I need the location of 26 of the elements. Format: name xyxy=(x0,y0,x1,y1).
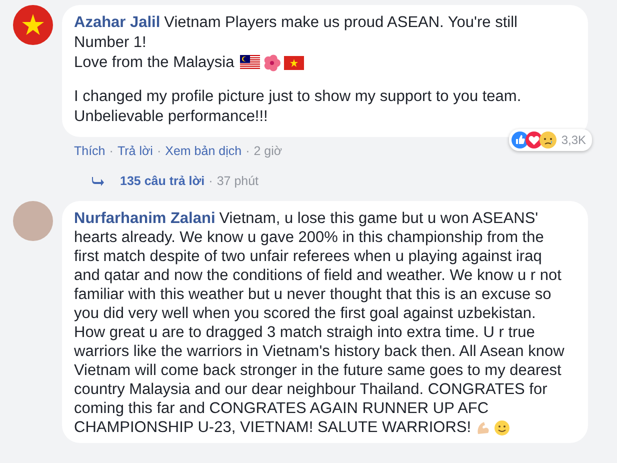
comment-text: Love from the Malaysia xyxy=(74,53,566,73)
comment-text: Azahar Jalil Vietnam Players make us proud ASEAN. You're still Number 1! xyxy=(74,13,518,53)
flag-avatar-icon[interactable] xyxy=(13,5,53,45)
smiling-face-icon xyxy=(494,420,510,436)
reply-arrow-icon xyxy=(92,176,105,186)
comment-text: I changed my profile picture just to show my support to you team. Unbelievable performance!!! xyxy=(74,87,522,127)
comment-action-link[interactable]: Trả lời xyxy=(117,142,153,161)
separator-dot: · xyxy=(208,172,213,190)
comment-action-link[interactable]: Xem bản dịch xyxy=(165,142,242,161)
flexed-arm-icon xyxy=(475,420,492,436)
replies-count-link[interactable]: 135 câu trả lời xyxy=(120,172,205,190)
vietnam-flag-icon xyxy=(284,56,304,70)
comment-action-link[interactable]: Thích xyxy=(74,142,106,161)
flower-icon xyxy=(263,54,282,72)
reactions-pill[interactable]: 3,3K xyxy=(509,129,592,151)
author-name-link[interactable]: Nurfarhanim Zalani xyxy=(74,210,216,227)
separator-dot: · xyxy=(109,143,114,160)
separator-dot: · xyxy=(246,143,250,160)
comment-text: Nurfarhanim Zalani Vietnam, u lose this game but u won ASEANS' hearts already. We know u gave 200% in this championship from the first match despite of two unfair referees when u playing against iraq and qatar and now the conditions of field and weather. We know u r not familiar with this weather but u never thought that this is an excuse so you did very well when you scored the first goal against uzbekistan. How great u are to dragged 3 match straigh into extra time. U r true warriors like the warriors in Vietnam's history back then. All Asean know Vietnam will come back stronger in the future same goes to my dearest country Malaysia and our dear neighbour Thailand. CONGRATES for coming this far and CONGRATES AGAIN RUNNER UP AFC CHAMPIONSHIP U-23, VIETNAM! SALUTE WARRIORS! xyxy=(74,209,566,437)
reaction-count: 3,3K xyxy=(561,132,586,149)
malaysia-flag-icon xyxy=(240,55,260,70)
comment-time[interactable]: 2 giờ xyxy=(254,142,282,161)
author-name-link[interactable]: Azahar Jalil xyxy=(74,14,160,31)
crying-face-reaction-icon xyxy=(539,131,558,149)
separator-dot: · xyxy=(156,143,162,160)
replies-time: 37 phút xyxy=(216,172,259,190)
